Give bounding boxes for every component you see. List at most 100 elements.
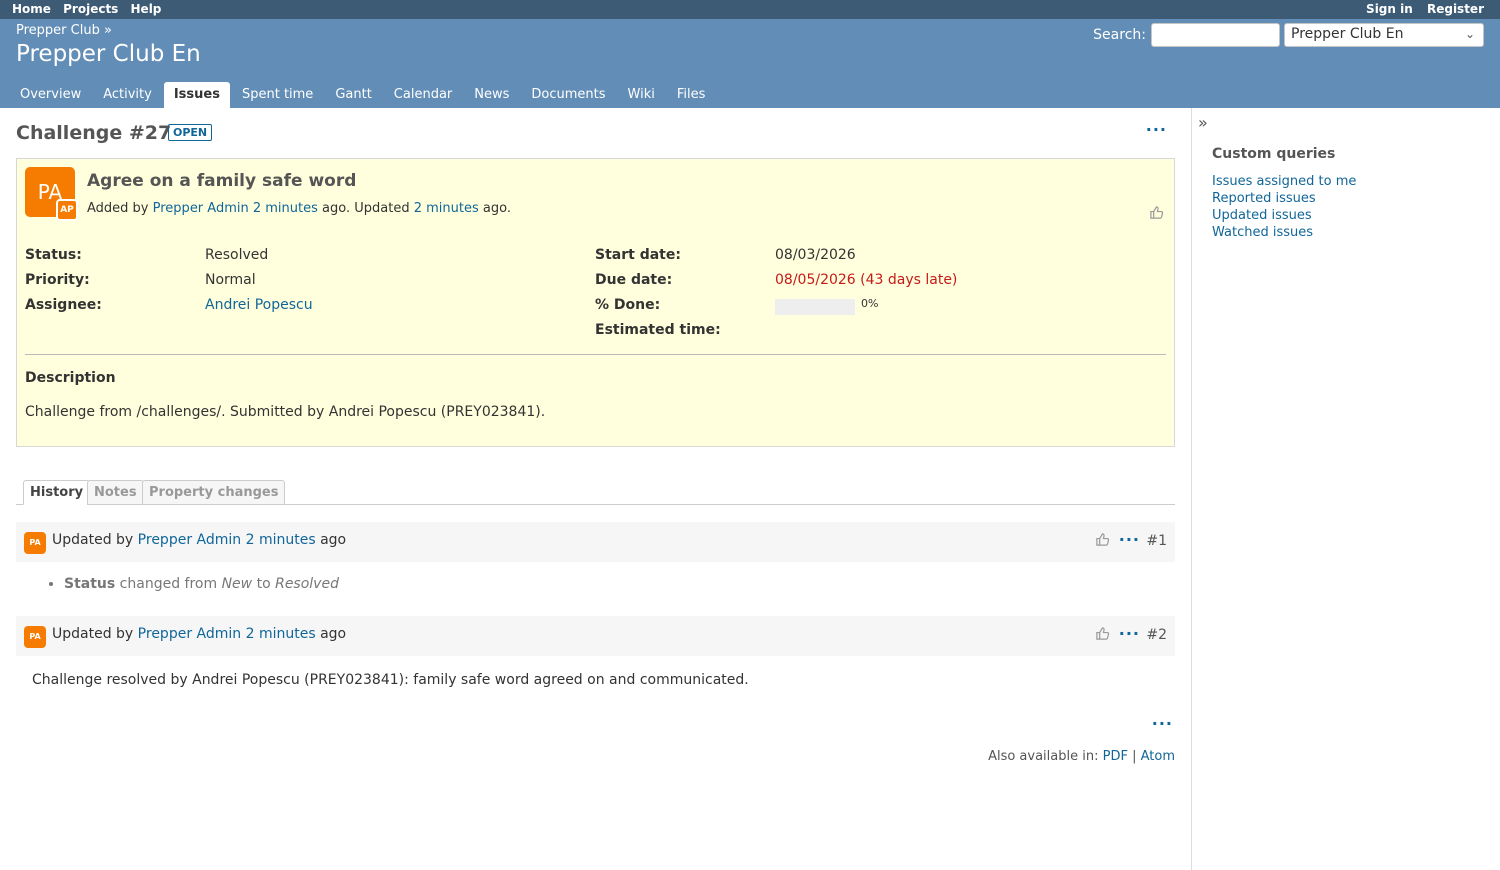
- journal-author-link[interactable]: Prepper Admin: [138, 532, 241, 548]
- top-menu-home[interactable]: Home: [12, 2, 51, 16]
- other-formats-separator: |: [1132, 749, 1137, 764]
- journal-2: PA Updated by Prepper Admin 2 minutes ag…: [16, 616, 1175, 706]
- description-text: Challenge from /challenges/. Submitted b…: [25, 404, 546, 420]
- issue-details: PA AP Agree on a family safe word Added …: [16, 158, 1175, 447]
- tab-wiki[interactable]: Wiki: [618, 82, 665, 108]
- ago-text: ago.: [482, 201, 511, 216]
- journal-1: PA Updated by Prepper Admin 2 minutes ag…: [16, 522, 1175, 616]
- created-time-link[interactable]: 2 minutes: [253, 201, 318, 216]
- ellipsis-icon[interactable]: ···: [1152, 714, 1173, 733]
- updated-time-link[interactable]: 2 minutes: [414, 201, 479, 216]
- tab-history[interactable]: History: [23, 480, 91, 505]
- due-date-value: 08/05/2026 (43 days late): [775, 272, 958, 288]
- double-chevron-right-icon[interactable]: »: [1198, 113, 1208, 132]
- other-formats: Also available in: PDF | Atom: [16, 749, 1175, 764]
- priority-label: Priority:: [25, 272, 90, 288]
- attr-row-assignee: Assignee: Andrei Popescu % Done: 0%: [25, 297, 1165, 322]
- detail-old-value: New: [221, 576, 253, 592]
- status-label: Status:: [25, 247, 82, 263]
- attr-row-estimated: Estimated time:: [25, 322, 1165, 347]
- tab-gantt[interactable]: Gantt: [325, 82, 381, 108]
- project-jump-select[interactable]: Prepper Club En ⌄: [1284, 23, 1484, 47]
- thumbs-up-icon[interactable]: [1095, 532, 1110, 551]
- tab-files[interactable]: Files: [667, 82, 716, 108]
- done-percent: 0%: [861, 297, 879, 310]
- thumbs-up-icon[interactable]: [1095, 626, 1110, 645]
- journal-number-link[interactable]: #2: [1146, 627, 1167, 643]
- author-link[interactable]: Prepper Admin: [153, 201, 249, 216]
- sidebar-item-watched[interactable]: Watched issues: [1212, 225, 1480, 240]
- ellipsis-icon[interactable]: ···: [1119, 530, 1140, 549]
- pdf-link[interactable]: PDF: [1103, 749, 1128, 764]
- bottom-actions: ···: [16, 714, 1175, 733]
- project-title: Prepper Club En: [16, 41, 201, 67]
- attr-row-priority: Priority: Normal Due date: 08/05/2026 (4…: [25, 272, 1165, 297]
- history-tabs: History Notes Property changes: [16, 463, 1175, 505]
- ellipsis-icon[interactable]: ···: [1119, 624, 1140, 643]
- search-label: Search:: [1093, 27, 1146, 43]
- issue-heading: Challenge #27 OPEN ···: [16, 108, 1175, 158]
- done-label: % Done:: [595, 297, 661, 313]
- tab-spent-time[interactable]: Spent time: [232, 82, 323, 108]
- project-jump-value: Prepper Club En: [1291, 26, 1404, 42]
- top-menu-projects[interactable]: Projects: [63, 2, 118, 16]
- tab-calendar[interactable]: Calendar: [384, 82, 462, 108]
- content: Challenge #27 OPEN ··· PA AP Agree on a …: [0, 108, 1191, 870]
- tab-activity[interactable]: Activity: [93, 82, 162, 108]
- ago-updated-text: ago. Updated: [322, 201, 410, 216]
- tab-property-changes[interactable]: Property changes: [142, 480, 286, 505]
- header: Prepper Club » Prepper Club En Search: P…: [0, 19, 1500, 108]
- search-input[interactable]: [1151, 23, 1280, 47]
- quick-search: Search: Prepper Club En ⌄: [1093, 23, 1484, 47]
- main: Challenge #27 OPEN ··· PA AP Agree on a …: [0, 108, 1500, 870]
- atom-link[interactable]: Atom: [1141, 749, 1175, 764]
- list-item: Status changed from New to Resolved: [64, 576, 1127, 592]
- journal-header: PA Updated by Prepper Admin 2 minutes ag…: [16, 616, 1175, 656]
- top-menu: Home Projects Help Sign in Register: [0, 0, 1500, 19]
- tab-notes[interactable]: Notes: [87, 480, 144, 505]
- assignee-avatar: AP: [56, 199, 78, 221]
- start-date-label: Start date:: [595, 247, 681, 263]
- journal-author-link[interactable]: Prepper Admin: [138, 626, 241, 642]
- journal-author-line: Updated by Prepper Admin 2 minutes ago: [52, 532, 346, 548]
- tab-documents[interactable]: Documents: [521, 82, 615, 108]
- avatar: PA: [24, 532, 46, 554]
- account-menu: Sign in Register: [1366, 2, 1484, 16]
- journal-time-link[interactable]: 2 minutes: [246, 532, 316, 548]
- sidebar-title: Custom queries: [1212, 146, 1336, 162]
- detail-new-value: Resolved: [275, 576, 339, 592]
- assignee-link[interactable]: Andrei Popescu: [205, 297, 313, 313]
- issue-author-line: Added by Prepper Admin 2 minutes ago. Up…: [87, 201, 511, 216]
- register-link[interactable]: Register: [1427, 2, 1484, 16]
- thumbs-up-icon[interactable]: [1149, 205, 1164, 224]
- estimated-time-label: Estimated time:: [595, 322, 721, 338]
- ellipsis-icon[interactable]: ···: [1146, 120, 1167, 139]
- tab-overview[interactable]: Overview: [10, 82, 91, 108]
- divider: [25, 354, 1166, 355]
- done-progress-bar: [775, 299, 855, 315]
- top-menu-help[interactable]: Help: [131, 2, 162, 16]
- journal-details: Status changed from New to Resolved: [16, 562, 1175, 616]
- sidebar-item-assigned[interactable]: Issues assigned to me: [1212, 174, 1480, 189]
- detail-to-text: to: [256, 576, 271, 592]
- tab-news[interactable]: News: [464, 82, 519, 108]
- updated-by-text: Updated by: [52, 532, 134, 548]
- parent-project-link[interactable]: Prepper Club »: [16, 23, 112, 38]
- sidebar-item-reported[interactable]: Reported issues: [1212, 191, 1480, 206]
- issue-attributes: Status: Resolved Start date: 08/03/2026 …: [25, 247, 1165, 347]
- tab-issues[interactable]: Issues: [163, 82, 230, 108]
- journal-number-link[interactable]: #1: [1146, 533, 1167, 549]
- chevron-down-icon: ⌄: [1464, 27, 1475, 41]
- journal-ago-text: ago: [320, 626, 347, 642]
- due-date-label: Due date:: [595, 272, 673, 288]
- description-title: Description: [25, 370, 116, 386]
- sidebar-item-updated[interactable]: Updated issues: [1212, 208, 1480, 223]
- main-menu: Overview Activity Issues Spent time Gant…: [10, 82, 717, 108]
- journal-time-link[interactable]: 2 minutes: [246, 626, 316, 642]
- sidebar: » Custom queries Issues assigned to me R…: [1191, 108, 1500, 870]
- avatar: PA: [24, 626, 46, 648]
- top-menu-left: Home Projects Help: [12, 2, 161, 16]
- sign-in-link[interactable]: Sign in: [1366, 2, 1413, 16]
- issue-subject: Agree on a family safe word: [87, 171, 357, 191]
- added-by-text: Added by: [87, 201, 149, 216]
